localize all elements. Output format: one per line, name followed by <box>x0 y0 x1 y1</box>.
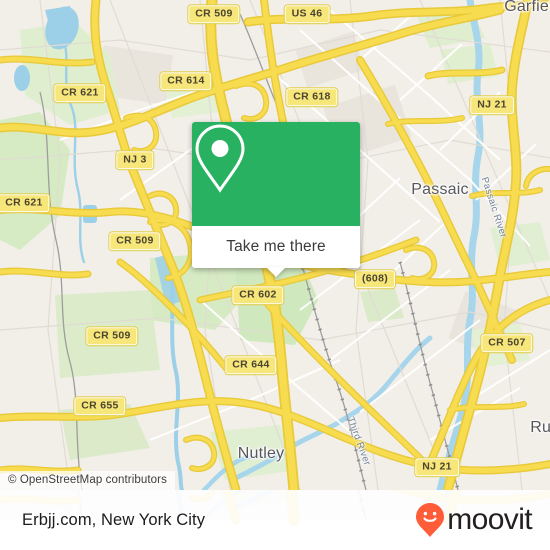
road-shield: CR 644 <box>224 355 278 375</box>
road-shield: CR 509 <box>85 326 139 346</box>
road-shield: CR 507 <box>480 333 534 353</box>
moovit-wordmark: moovit <box>447 503 532 536</box>
moovit-pin-smile-icon <box>416 503 445 537</box>
place-label-passaic: Passaic <box>411 181 469 198</box>
road-shield: CR 618 <box>285 87 339 107</box>
road-shield: CR 614 <box>159 71 213 91</box>
road-shield: CR 621 <box>0 193 51 213</box>
take-me-there-label: Take me there <box>226 238 326 255</box>
road-shield: NJ 3 <box>115 150 155 170</box>
road-shield: CR 509 <box>187 4 241 24</box>
moovit-map-page: CR 509 US 46 CR 614 CR 621 CR 618 NJ 21 … <box>0 0 550 550</box>
moovit-logo[interactable]: moovit <box>415 502 533 538</box>
road-shield: US 46 <box>283 4 331 24</box>
map-attribution[interactable]: © OpenStreetMap contributors <box>0 471 175 490</box>
road-shield: CR 602 <box>231 285 285 305</box>
footer-title: Erbjj.com, New York City <box>22 510 206 529</box>
map-canvas[interactable]: CR 509 US 46 CR 614 CR 621 CR 618 NJ 21 … <box>0 0 550 490</box>
road-shield: NJ 21 <box>414 457 460 477</box>
place-label-nutley: Nutley <box>237 445 285 462</box>
footer-bar: Erbjj.com, New York City moovit <box>0 490 550 550</box>
popup-image-area <box>192 122 360 226</box>
popup-pointer-arrow <box>266 267 286 277</box>
road-shield: CR 621 <box>53 83 107 103</box>
road-shield: CR 655 <box>73 396 127 416</box>
place-label-rutherford: Rut <box>530 419 550 436</box>
map-pin-icon <box>195 124 245 193</box>
place-label-garfield: Garfield <box>504 0 550 15</box>
popup-action-area[interactable]: Take me there <box>192 226 360 277</box>
road-shield: (608) <box>353 269 397 289</box>
destination-popup-card[interactable]: Take me there <box>192 122 360 277</box>
road-shield: NJ 21 <box>469 95 515 115</box>
road-shield: CR 509 <box>108 231 162 251</box>
